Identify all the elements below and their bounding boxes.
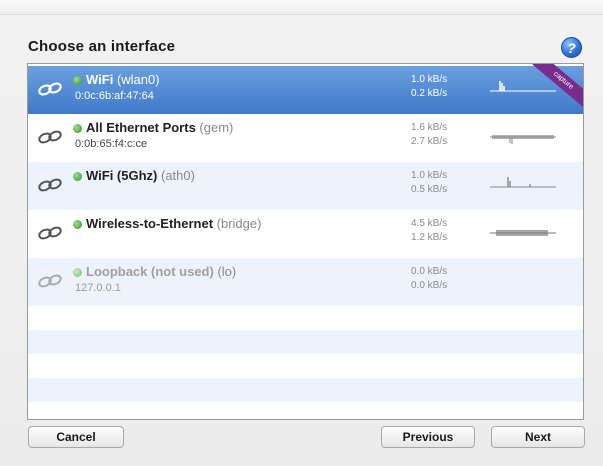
rate-in: 4.5 kB/s [411,218,448,229]
interface-row-all-ethernet[interactable]: All Ethernet Ports (gem) 0:0b:65:f4:c:ce… [28,114,583,162]
interface-row-wifi[interactable]: WiFi (wlan0) 0:0c:6b:af:47:64 1.0 kB/s 0… [28,64,583,114]
interface-address: 0:0b:65:f4:c:ce [75,138,148,150]
interface-name: WiFi (5Ghz) (ath0) [86,168,195,183]
empty-row [28,378,583,402]
rate-out: 0.2 kB/s [411,88,448,99]
empty-row [28,402,583,419]
link-icon [38,274,62,288]
status-dot-icon [73,172,82,181]
dialog-title: Choose an interface [28,38,176,55]
traffic-sparkline [490,135,556,144]
rate-out: 2.7 kB/s [411,136,448,147]
link-icon [38,226,62,240]
next-button[interactable]: Next [491,426,585,448]
status-dot-icon [73,124,82,133]
interface-name: All Ethernet Ports (gem) [86,120,234,135]
rate-out: 0.5 kB/s [411,184,448,195]
status-dot-icon [73,76,82,85]
interface-row-wifi-5ghz[interactable]: WiFi (5Ghz) (ath0) 1.0 kB/s 0.5 kB/s [28,162,583,210]
status-dot-icon [73,268,82,277]
cancel-button[interactable]: Cancel [28,426,124,448]
link-icon [38,178,62,192]
interface-address: 127.0.0.1 [75,282,121,294]
interface-row-wireless-to-ethernet[interactable]: Wireless-to-Ethernet (bridge) 4.5 kB/s 1… [28,210,583,258]
interface-name: WiFi (wlan0) [86,72,160,87]
interface-list[interactable]: WiFi (wlan0) 0:0c:6b:af:47:64 1.0 kB/s 0… [27,63,584,420]
link-icon [38,130,62,144]
rate-in: 0.0 kB/s [411,266,448,277]
empty-row [28,330,583,354]
previous-button[interactable]: Previous [381,426,475,448]
link-icon [38,82,62,96]
interface-row-loopback[interactable]: Loopback (not used) (lo) 127.0.0.1 0.0 k… [28,258,583,306]
help-icon[interactable]: ? [561,37,582,58]
traffic-sparkline [490,230,556,236]
interface-name: Loopback (not used) (lo) [86,264,237,279]
rate-out: 1.2 kB/s [411,232,448,243]
interface-address: 0:0c:6b:af:47:64 [75,90,154,102]
rate-in: 1.0 kB/s [411,170,448,181]
empty-row [28,354,583,378]
traffic-sparkline [490,177,556,188]
interface-name: Wireless-to-Ethernet (bridge) [86,216,262,231]
rate-in: 1.6 kB/s [411,122,448,133]
empty-row [28,306,583,330]
rate-in: 1.0 kB/s [411,74,448,85]
status-dot-icon [73,220,82,229]
window-top-edge [0,0,603,15]
traffic-sparkline [490,81,556,92]
rate-out: 0.0 kB/s [411,280,448,291]
